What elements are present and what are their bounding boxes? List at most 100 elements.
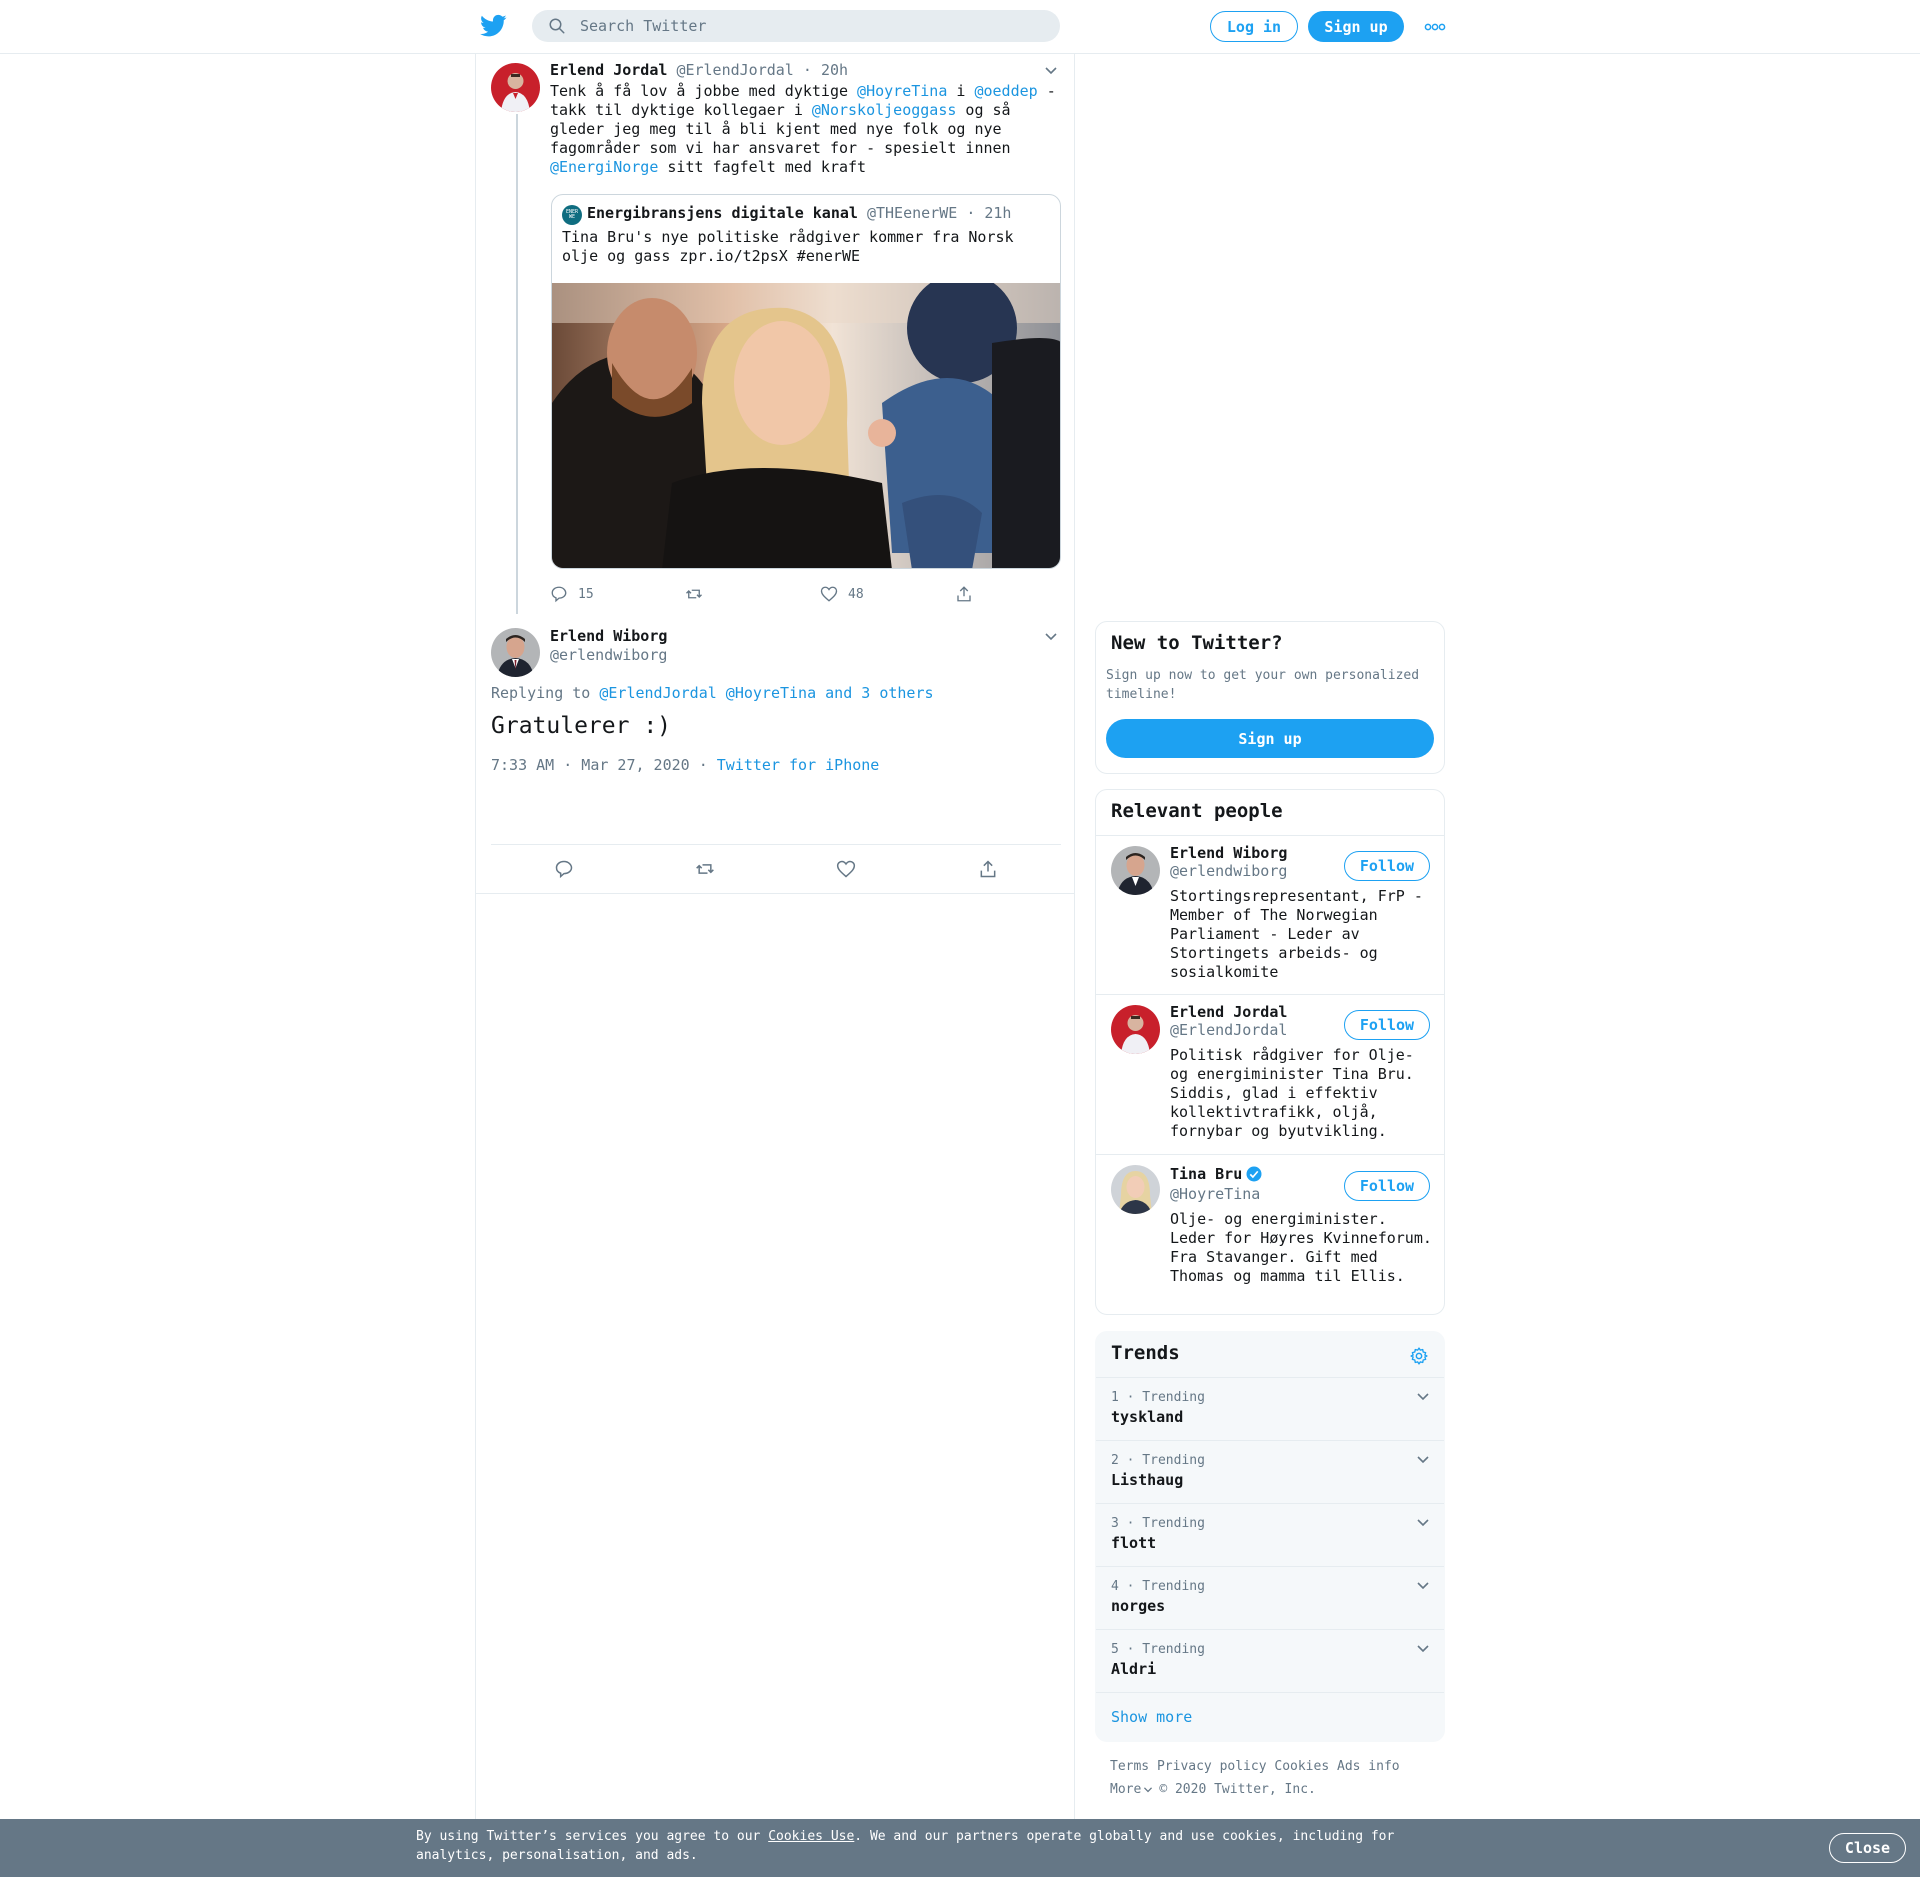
twitter-bird-icon[interactable] <box>480 14 507 38</box>
footer-privacy-link[interactable]: Privacy policy <box>1157 1759 1267 1774</box>
footer-cookies-link[interactable]: Cookies <box>1274 1759 1329 1774</box>
tweet-timestamp[interactable]: 7:33 AM · Mar 27, 2020 <box>491 756 690 774</box>
footer-more-label: More <box>1110 1782 1142 1797</box>
person-item[interactable]: Erlend Jordal @ErlendJordal Follow Polit… <box>1096 994 1444 1154</box>
relevant-people-card: Relevant people Erlend Wiborg @erlendwib… <box>1095 789 1445 1315</box>
author-block: Erlend Wiborg @erlendwiborg <box>550 627 667 664</box>
quote-author-name: Energibransjens digitale kanal <box>587 204 858 222</box>
trend-item[interactable]: 5 · Trending Aldri <box>1096 1629 1444 1692</box>
trend-name: norges <box>1111 1597 1166 1615</box>
person-name[interactable]: Erlend Jordal <box>1170 1003 1287 1021</box>
reply-mentions-link[interactable]: @ErlendJordal @HoyreTina and 3 others <box>599 684 933 702</box>
cookie-consent-bar: By using Twitter’s services you agree to… <box>0 1819 1920 1877</box>
card-title: Trends <box>1111 1342 1180 1364</box>
retweet-action[interactable] <box>694 859 716 879</box>
mention-link[interactable]: @EnergiNorge <box>550 158 658 176</box>
login-button[interactable]: Log in <box>1210 11 1298 42</box>
mention-link[interactable]: @Norskoljeoggass <box>812 101 957 119</box>
text-segment: sitt fagfelt med kraft <box>658 158 867 176</box>
person-bio: Politisk rådgiver for Olje- og energimin… <box>1170 1046 1414 1140</box>
mention-link[interactable]: @HoyreTina <box>857 82 947 100</box>
author-name[interactable]: Erlend Jordal <box>550 61 667 79</box>
follow-button[interactable]: Follow <box>1344 1010 1430 1040</box>
replying-label: Replying to <box>491 684 591 702</box>
chevron-down-icon[interactable] <box>1416 1579 1430 1593</box>
trend-item[interactable]: 1 · Trending tyskland <box>1096 1377 1444 1440</box>
quote-photo <box>552 283 1060 568</box>
separator-dot: · <box>802 61 812 79</box>
tweet-source-link[interactable]: Twitter for iPhone <box>717 756 880 774</box>
footer-more-link[interactable]: More <box>1110 1782 1153 1797</box>
footer-ads-link[interactable]: Ads info <box>1337 1759 1400 1774</box>
like-action[interactable] <box>836 859 856 879</box>
avatar[interactable] <box>491 628 540 677</box>
reply-action[interactable]: 15 <box>550 585 594 603</box>
sidebar-signup-button[interactable]: Sign up <box>1106 719 1434 758</box>
trend-item[interactable]: 4 · Trending norges <box>1096 1566 1444 1629</box>
avatar[interactable] <box>1111 1165 1160 1214</box>
chevron-down-icon[interactable] <box>1416 1642 1430 1656</box>
chevron-down-icon[interactable] <box>1044 66 1058 76</box>
reply-count: 15 <box>578 586 594 602</box>
reply-action[interactable] <box>554 859 574 879</box>
cookies-use-link[interactable]: Cookies Use <box>768 1829 854 1844</box>
parent-tweet[interactable]: Erlend Jordal @ErlendJordal · 20h Tenk å… <box>476 54 1074 619</box>
more-options-icon[interactable] <box>1424 20 1446 34</box>
footer-terms-link[interactable]: Terms <box>1110 1759 1149 1774</box>
card-title: New to Twitter? <box>1111 632 1283 654</box>
like-action[interactable]: 48 <box>820 585 864 603</box>
follow-button[interactable]: Follow <box>1344 851 1430 881</box>
author-name[interactable]: Erlend Wiborg <box>550 627 667 645</box>
person-item[interactable]: Erlend Wiborg @erlendwiborg Follow Stort… <box>1096 835 1444 994</box>
search-box[interactable] <box>532 10 1060 42</box>
cookie-close-button[interactable]: Close <box>1829 1833 1906 1863</box>
follow-button[interactable]: Follow <box>1344 1171 1430 1201</box>
logo-text: ENER WE <box>565 209 579 220</box>
quoted-tweet[interactable]: ENER WE Energibransjens digitale kanal @… <box>551 194 1061 569</box>
cookie-text-part: By using Twitter’s services you agree to… <box>416 1829 769 1844</box>
text-segment: Tenk å få lov å jobbe med dyktige <box>550 82 858 100</box>
chevron-down-icon[interactable] <box>1044 632 1058 642</box>
trend-item[interactable]: 3 · Trending flott <box>1096 1503 1444 1566</box>
share-action[interactable] <box>955 585 973 603</box>
person-name[interactable]: Erlend Wiborg <box>1170 844 1287 862</box>
avatar[interactable] <box>1111 846 1160 895</box>
card-title: Relevant people <box>1111 800 1283 822</box>
chevron-down-icon[interactable] <box>1416 1516 1430 1530</box>
separator-dot: · <box>698 756 708 774</box>
gear-icon[interactable] <box>1409 1346 1429 1366</box>
top-navigation-bar: Log in Sign up <box>0 0 1920 54</box>
chevron-down-icon[interactable] <box>1416 1390 1430 1404</box>
search-input[interactable] <box>580 17 1040 35</box>
focused-tweet: Erlend Wiborg @erlendwiborg Replying to … <box>476 619 1074 894</box>
person-bio: Stortingsrepresentant, FrP - Member of T… <box>1170 887 1423 981</box>
search-icon <box>549 18 565 34</box>
reply-icon <box>555 860 573 879</box>
share-icon <box>957 586 971 602</box>
quote-text: Tina Bru's nye politiske rådgiver kommer… <box>562 228 1014 265</box>
replying-to: Replying to @ErlendJordal @HoyreTina and… <box>491 684 934 702</box>
trend-meta: 5 · Trending <box>1111 1642 1205 1657</box>
share-action[interactable] <box>978 859 998 879</box>
author-handle[interactable]: @erlendwiborg <box>550 646 667 664</box>
show-more-link[interactable]: Show more <box>1111 1708 1192 1726</box>
person-handle[interactable]: @erlendwiborg <box>1170 862 1287 880</box>
tweet-time[interactable]: 20h <box>821 61 848 79</box>
tweet-text: Tenk å få lov å jobbe med dyktige @Hoyre… <box>550 82 1060 177</box>
person-name[interactable]: Tina Bru <box>1170 1165 1242 1183</box>
trend-item[interactable]: 2 · Trending Listhaug <box>1096 1440 1444 1503</box>
person-handle[interactable]: @ErlendJordal <box>1170 1021 1287 1039</box>
person-handle[interactable]: @HoyreTina <box>1170 1185 1260 1203</box>
chevron-down-icon[interactable] <box>1416 1453 1430 1467</box>
author-handle[interactable]: @ErlendJordal <box>676 61 793 79</box>
trend-name: Aldri <box>1111 1660 1157 1678</box>
signup-button[interactable]: Sign up <box>1308 11 1404 42</box>
person-item[interactable]: Tina Bru @HoyreTina Follow Olje- og ener… <box>1096 1154 1444 1314</box>
mention-link[interactable]: @oeddep <box>974 82 1037 100</box>
avatar[interactable] <box>1111 1005 1160 1054</box>
like-count: 48 <box>848 586 864 602</box>
avatar[interactable] <box>491 63 540 112</box>
retweet-action[interactable] <box>684 585 704 603</box>
trend-meta: 1 · Trending <box>1111 1390 1205 1405</box>
trend-meta: 2 · Trending <box>1111 1453 1205 1468</box>
